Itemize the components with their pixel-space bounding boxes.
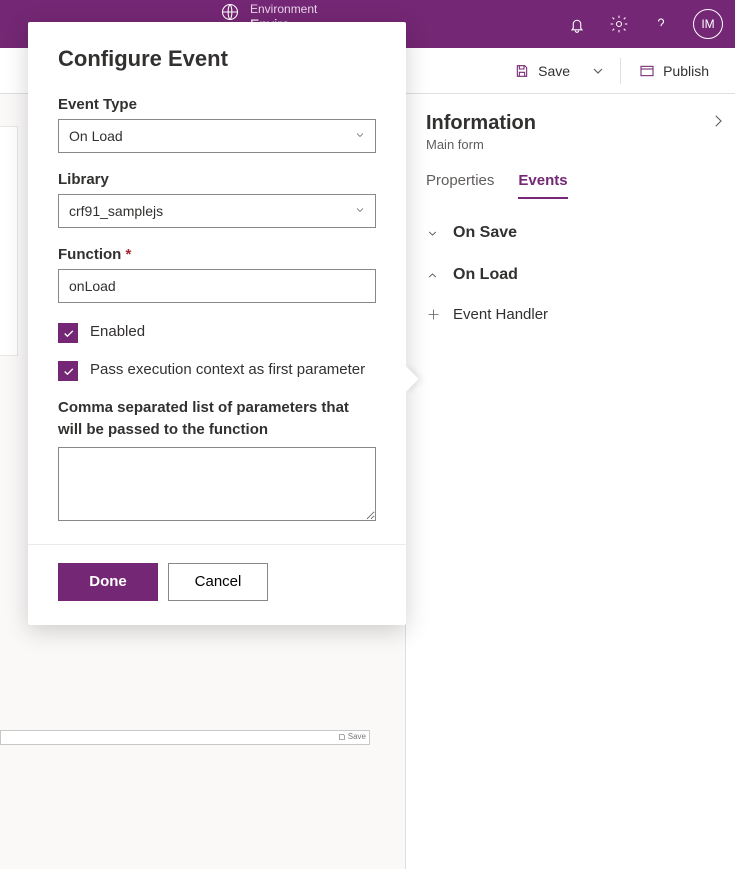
enabled-checkbox[interactable] [58, 323, 78, 343]
save-dropdown[interactable] [584, 57, 612, 85]
panel-title: Information [426, 112, 536, 135]
save-button[interactable]: Save [504, 57, 580, 85]
mini-save-indicator: Save [338, 732, 366, 741]
on-load-section[interactable]: On Load [426, 266, 715, 284]
on-save-label: On Save [453, 224, 517, 242]
save-button-label: Save [538, 63, 570, 79]
tab-events[interactable]: Events [518, 172, 567, 199]
notifications-icon[interactable] [567, 14, 587, 34]
event-handler-label: Event Handler [453, 306, 548, 323]
pass-context-checkbox[interactable] [58, 361, 78, 381]
panel-chevron-icon[interactable] [709, 112, 727, 133]
pass-context-label: Pass execution context as first paramete… [90, 359, 365, 381]
library-label: Library [58, 171, 376, 188]
event-type-label: Event Type [58, 96, 376, 113]
help-icon[interactable] [651, 14, 671, 34]
properties-panel: Information Main form Properties Events … [405, 94, 735, 869]
globe-icon [220, 2, 240, 22]
settings-icon[interactable] [609, 14, 629, 34]
on-load-label: On Load [453, 266, 518, 284]
publish-button[interactable]: Publish [629, 57, 719, 85]
canvas-strip [0, 126, 18, 356]
separator [620, 58, 621, 84]
function-label: Function * [58, 246, 376, 263]
event-type-select[interactable] [58, 119, 376, 153]
publish-button-label: Publish [663, 63, 709, 79]
params-textarea[interactable] [58, 447, 376, 521]
enabled-label: Enabled [90, 321, 145, 343]
configure-event-dialog: Configure Event Event Type Library Funct… [28, 22, 406, 625]
on-save-section[interactable]: On Save [426, 224, 715, 242]
done-button[interactable]: Done [58, 563, 158, 601]
user-avatar[interactable]: IM [693, 9, 723, 39]
canvas-footer-box: Save [0, 730, 370, 745]
library-select[interactable] [58, 194, 376, 228]
cancel-button[interactable]: Cancel [168, 563, 268, 601]
dialog-title: Configure Event [58, 46, 376, 72]
environment-label: Environment [250, 2, 317, 16]
tab-properties[interactable]: Properties [426, 172, 494, 199]
panel-tabs: Properties Events [426, 172, 715, 200]
function-input[interactable] [58, 269, 376, 303]
params-label: Comma separated list of parameters that … [58, 397, 376, 441]
mini-save-label: Save [348, 732, 366, 741]
panel-subtitle: Main form [426, 137, 536, 152]
add-event-handler[interactable]: Event Handler [426, 306, 715, 323]
avatar-initials: IM [701, 17, 714, 31]
